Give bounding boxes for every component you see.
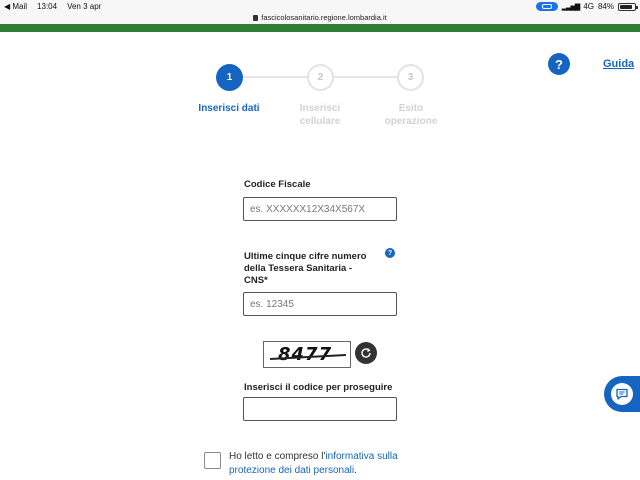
consent-text-before: Ho letto e compreso l' xyxy=(229,451,326,462)
battery-icon xyxy=(618,2,638,11)
chat-button[interactable] xyxy=(604,376,640,412)
step-1-label-text: Inserisci dati xyxy=(198,103,260,114)
header-brand-bar xyxy=(0,24,640,32)
tessera-label: Ultime cinque cifre numero della Tessera… xyxy=(244,251,366,287)
status-date: Ven 3 apr xyxy=(67,2,102,11)
stepper-connector xyxy=(333,76,398,78)
captcha-input-label: Inserisci il codice per proseguire xyxy=(244,382,393,393)
tessera-label-line1: Ultime cinque cifre numero xyxy=(244,251,367,262)
address-bar[interactable]: fascicolosanitario.regione.lombardia.it xyxy=(0,13,640,22)
codice-fiscale-label: Codice Fiscale xyxy=(244,179,311,190)
stepper-connector xyxy=(243,76,308,78)
screen-mirroring-icon xyxy=(535,2,558,11)
refresh-icon xyxy=(361,348,371,358)
step-2-label-line2: cellulare xyxy=(299,116,341,127)
consent-text-after: . xyxy=(354,465,357,476)
step-2-label-line1: Inserisci xyxy=(299,103,341,114)
status-bar: ◀ Mail 13:04 Ven 3 apr fascicolosanitari… xyxy=(0,0,640,24)
chat-icon-wrap xyxy=(611,383,633,405)
step-1-label: Inserisci dati xyxy=(189,102,269,115)
captcha-image: 8477 xyxy=(263,341,351,368)
tessera-label-line3: CNS* xyxy=(244,275,268,286)
battery-percent: 84% xyxy=(597,2,614,11)
step-3-label-line1: Esito xyxy=(398,103,424,114)
step-1-circle: 1 xyxy=(216,64,243,91)
step-3-label-line2: operazione xyxy=(384,116,438,127)
lock-icon xyxy=(253,15,259,21)
tessera-input[interactable] xyxy=(243,292,397,316)
tessera-label-line2: della Tessera Sanitaria - xyxy=(244,263,353,274)
step-2-label: Inserisci cellulare xyxy=(280,102,360,128)
back-to-mail-link[interactable]: ◀ Mail xyxy=(4,2,27,11)
address-url: fascicolosanitario.regione.lombardia.it xyxy=(261,13,387,22)
page: ◀ Mail 13:04 Ven 3 apr fascicolosanitari… xyxy=(0,0,640,480)
step-2-circle: 2 xyxy=(307,64,334,91)
chat-icon xyxy=(616,388,628,400)
captcha-refresh-button[interactable] xyxy=(355,342,377,364)
privacy-consent-text: Ho letto e compreso l'informativa sulla … xyxy=(229,450,419,478)
status-time: 13:04 xyxy=(37,2,58,11)
privacy-consent-checkbox[interactable] xyxy=(204,452,221,469)
captcha-input[interactable] xyxy=(243,397,397,421)
codice-fiscale-input[interactable] xyxy=(243,197,397,221)
tessera-info-icon[interactable]: ? xyxy=(385,248,395,258)
guide-link[interactable]: Guida xyxy=(603,58,634,70)
step-3-label: Esito operazione xyxy=(371,102,451,128)
help-button[interactable]: ? xyxy=(548,53,570,75)
step-3-circle: 3 xyxy=(397,64,424,91)
network-type: 4G xyxy=(583,2,594,11)
signal-icon: ▂▃▅▇ xyxy=(561,3,581,11)
